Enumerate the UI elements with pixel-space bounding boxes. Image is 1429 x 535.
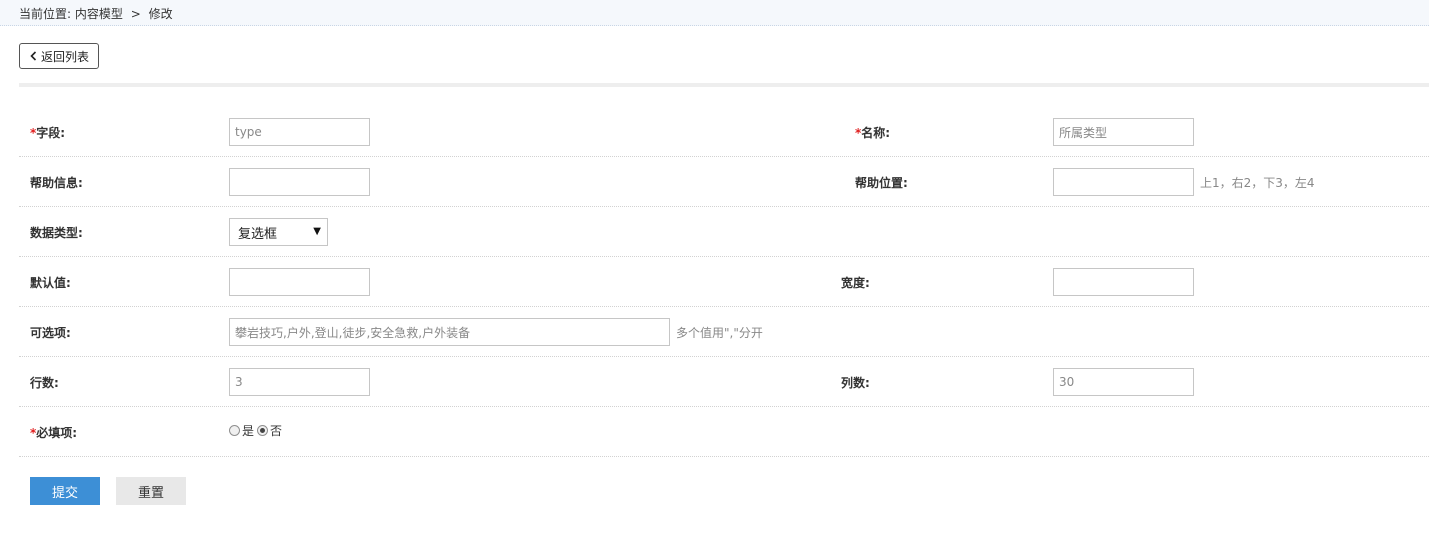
options-hint: 多个值用","分开 <box>676 326 763 340</box>
help-info-label: 帮助信息: <box>30 176 83 190</box>
data-type-label: 数据类型: <box>30 226 83 240</box>
data-type-select[interactable]: 复选框 ▼ <box>229 218 328 246</box>
default-value-label: 默认值: <box>30 276 71 290</box>
form-row-options: 可选项: 多个值用","分开 <box>19 307 1429 357</box>
cols-input[interactable] <box>1053 368 1194 396</box>
form-row-rows-cols: 行数: 列数: <box>19 357 1429 407</box>
breadcrumb-section[interactable]: 内容模型 <box>75 7 123 21</box>
required-no-label[interactable]: 否 <box>270 422 282 439</box>
help-position-label: 帮助位置: <box>855 176 908 190</box>
width-label: 宽度: <box>841 276 870 290</box>
section-divider <box>19 83 1429 87</box>
options-input[interactable] <box>229 318 670 346</box>
required-yes-radio[interactable] <box>229 425 240 436</box>
required-field-label: *必填项: <box>30 426 78 440</box>
form-row-field-name: *字段: *名称: <box>19 107 1429 157</box>
rows-label: 行数: <box>30 376 59 390</box>
data-type-selected: 复选框 <box>238 226 278 242</box>
name-input[interactable] <box>1053 118 1194 146</box>
chevron-left-icon <box>30 51 37 61</box>
breadcrumb-prefix: 当前位置: <box>19 7 72 21</box>
form-row-required: *必填项: 是 否 <box>19 407 1429 457</box>
required-no-radio[interactable] <box>257 425 269 436</box>
field-input[interactable] <box>229 118 370 146</box>
field-label: *字段: <box>30 126 66 140</box>
form-row-help: 帮助信息: 帮助位置: 上1，右2，下3，左4 <box>19 157 1429 207</box>
help-position-input[interactable] <box>1053 168 1194 196</box>
back-button-label: 返回列表 <box>41 49 90 64</box>
form-row-default-width: 默认值: 宽度: <box>19 257 1429 307</box>
dropdown-arrow-icon: ▼ <box>313 226 321 237</box>
cols-label: 列数: <box>841 376 870 390</box>
breadcrumb-separator: > <box>130 7 141 21</box>
required-yes-label[interactable]: 是 <box>242 422 254 439</box>
help-info-input[interactable] <box>229 168 370 196</box>
rows-input[interactable] <box>229 368 370 396</box>
default-value-input[interactable] <box>229 268 370 296</box>
submit-button[interactable]: 提交 <box>30 477 100 505</box>
form-row-data-type: 数据类型: 复选框 ▼ <box>19 207 1429 257</box>
help-position-hint: 上1，右2，下3，左4 <box>1200 176 1315 190</box>
options-label: 可选项: <box>30 326 71 340</box>
breadcrumb: 当前位置: 内容模型 > 修改 <box>19 5 173 22</box>
name-label: *名称: <box>855 126 891 140</box>
reset-button[interactable]: 重置 <box>116 477 186 505</box>
width-input[interactable] <box>1053 268 1194 296</box>
back-to-list-button[interactable]: 返回列表 <box>19 43 99 69</box>
breadcrumb-current: 修改 <box>148 7 173 21</box>
required-radio-group: 是 否 <box>229 422 285 439</box>
location-bar: 当前位置: 内容模型 > 修改 <box>0 0 1429 26</box>
